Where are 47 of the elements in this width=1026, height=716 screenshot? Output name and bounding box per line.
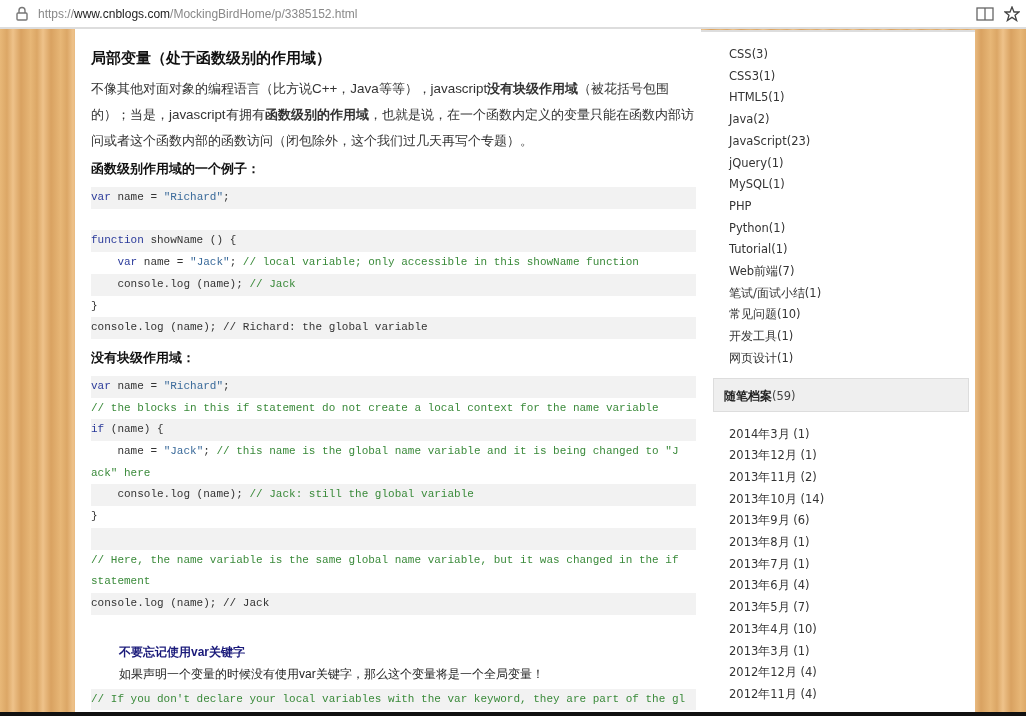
- category-link[interactable]: 笔试/面试小结(1): [729, 282, 975, 305]
- category-link[interactable]: 开发工具(1): [729, 326, 975, 348]
- note-text: 如果声明一个变量的时候没有使用var关键字，那么这个变量将是一个全局变量！: [119, 665, 545, 683]
- lock-icon: [16, 6, 28, 21]
- category-link[interactable]: MySQL(1): [729, 174, 975, 196]
- paragraph: 不像其他对面对象的编程语言（比方说C++，Java等等），javascript没有块级作用域（被花括号包围的）；当是，javascript有拥有函数级别的作用域，也就是说，在一个函数内定义的变量只能在函数内部访问或者这个函数内部的函数访问（闭包除外，这个我们过几天再写个专题）。: [91, 80, 695, 150]
- category-link[interactable]: Python(1): [729, 217, 975, 240]
- star-icon[interactable]: [1004, 5, 1020, 22]
- archive-link[interactable]: 2013年5月 (7): [729, 597, 975, 619]
- reader-view-icon[interactable]: [976, 6, 994, 21]
- code-line: }: [91, 298, 99, 314]
- code-line: var name = "Jack"; // local variable; only accessible in this showName function: [116, 255, 640, 271]
- category-link[interactable]: Web前端(7): [729, 261, 975, 283]
- category-link[interactable]: JavaScript(23): [729, 130, 975, 153]
- url-text[interactable]: https://www.cnblogs.com/MockingBirdHome/p/3385152.html: [38, 6, 358, 21]
- code-line: }: [91, 509, 99, 525]
- subheading: 没有块级作用域：: [91, 348, 196, 367]
- archive-link[interactable]: 2013年10月 (14): [729, 488, 975, 511]
- archive-link[interactable]: 2013年7月 (1): [729, 553, 975, 576]
- archive-count: (59): [772, 388, 796, 403]
- archive-link[interactable]: 2013年4月 (10): [729, 618, 975, 641]
- archive-link[interactable]: 2013年8月 (1): [729, 532, 975, 554]
- category-link[interactable]: Java(2): [729, 109, 975, 131]
- category-link[interactable]: jQuery(1): [729, 152, 975, 175]
- code-line: // Here, the name variable is the same global name variable, but it was changed in the if statement: [91, 552, 680, 590]
- archive-link[interactable]: 2013年6月 (4): [729, 575, 975, 598]
- archive-link[interactable]: 2012年12月 (4): [729, 662, 975, 684]
- archive-link[interactable]: 2013年11月 (2): [729, 466, 975, 489]
- archive-title: 随笔档案: [724, 388, 772, 403]
- category-link[interactable]: Tutorial(1): [729, 239, 975, 262]
- note-title: 不要忘记使用var关键字: [119, 643, 247, 661]
- address-bar[interactable]: https://www.cnblogs.com/MockingBirdHome/p/3385152.html: [0, 0, 1026, 29]
- archive-link[interactable]: 2013年12月 (1): [729, 445, 975, 467]
- section-heading: 局部变量（处于函数级别的作用域）: [91, 49, 332, 68]
- subheading: 函数级别作用域的一个例子：: [91, 160, 261, 178]
- category-link[interactable]: CSS(3): [729, 44, 975, 66]
- code-line: name = "Jack"; // this name is the global name variable and it is being changed to "Jack" here: [91, 444, 680, 481]
- category-link[interactable]: HTML5(1): [729, 87, 975, 110]
- category-link[interactable]: 网页设计(1): [729, 347, 975, 370]
- archive-link[interactable]: 2013年9月 (6): [729, 510, 975, 533]
- code-line: // the blocks in this if statement do not create a local context for the name variable: [91, 400, 660, 416]
- category-link[interactable]: 常见问题(10): [729, 304, 975, 327]
- category-link[interactable]: PHP: [729, 195, 975, 218]
- archive-link[interactable]: 2014年3月 (1): [729, 423, 975, 446]
- category-link[interactable]: CSS3(1): [729, 65, 975, 88]
- archive-link[interactable]: 2012年11月 (4): [729, 684, 975, 706]
- archive-link[interactable]: 2013年3月 (1): [729, 640, 975, 663]
